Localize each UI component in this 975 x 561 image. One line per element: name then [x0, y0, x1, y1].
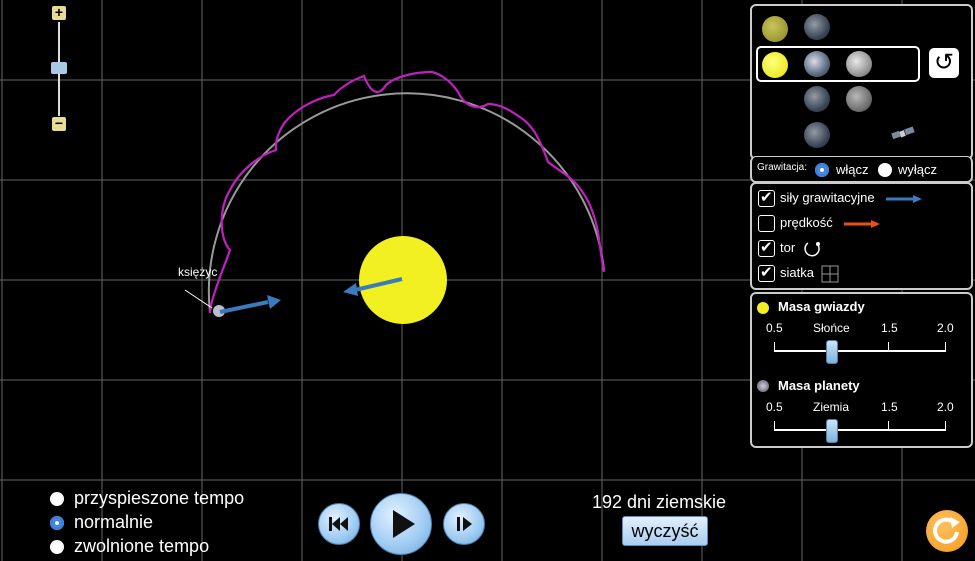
- moon-icon[interactable]: [846, 86, 872, 112]
- gravity-on-label[interactable]: włącz: [836, 162, 869, 177]
- gravity-off-label[interactable]: wyłącz: [898, 162, 937, 177]
- satellite-icon[interactable]: [890, 124, 916, 144]
- velocity-checkbox[interactable]: [758, 215, 775, 232]
- grid-icon: [821, 265, 839, 283]
- step-icon: [457, 517, 472, 531]
- zoom-out-button[interactable]: −: [52, 116, 66, 131]
- planet-mass-tick-label: 0.5: [766, 400, 783, 414]
- zoom-in-button[interactable]: +: [52, 5, 66, 20]
- clear-button[interactable]: wyczyść: [622, 516, 708, 546]
- speed-fast-radio[interactable]: [50, 492, 64, 506]
- mass-panel: Masa gwiazdy 0.5 Słońce 1.5 2.0 Masa pla…: [750, 292, 973, 448]
- path-checkbox[interactable]: [758, 238, 775, 257]
- path-label[interactable]: tor: [780, 240, 795, 255]
- star-mass-slider-thumb[interactable]: [826, 340, 838, 364]
- planet-mass-tick-label: 1.5: [881, 400, 898, 414]
- gravity-on-radio[interactable]: [815, 163, 829, 177]
- gravity-forces-checkbox[interactable]: [758, 188, 775, 207]
- gravity-panel: Grawitacja: włącz wyłącz: [750, 156, 973, 183]
- step-forward-button[interactable]: [443, 503, 485, 545]
- speed-fast-label[interactable]: przyspieszone tempo: [74, 488, 244, 509]
- sun-icon: [757, 302, 769, 314]
- gravity-forces-label[interactable]: siły grawitacyjne: [780, 190, 875, 205]
- rewind-button[interactable]: [318, 503, 360, 545]
- reset-all-button[interactable]: [926, 510, 968, 552]
- grid-label[interactable]: siatka: [780, 265, 814, 280]
- speed-slow-label[interactable]: zwolnione tempo: [74, 536, 209, 557]
- reset-bodies-button[interactable]: ↺: [929, 48, 959, 78]
- speed-normal-radio[interactable]: [50, 516, 64, 530]
- planet-icon[interactable]: [804, 122, 830, 148]
- rewind-icon: [329, 517, 348, 531]
- planet-mass-tick-label: Ziemia: [813, 400, 850, 414]
- speed-slow-radio[interactable]: [50, 540, 64, 554]
- gravity-force-arrow-icon: [886, 195, 922, 203]
- star-mass-tick-label: 2.0: [937, 321, 954, 335]
- planet-icon[interactable]: [804, 14, 830, 40]
- star-mass-tick-label: 1.5: [881, 321, 898, 335]
- planet-icon[interactable]: [804, 86, 830, 112]
- gravity-label: Grawitacja:: [757, 162, 808, 173]
- gravity-off-radio[interactable]: [878, 163, 892, 177]
- sun-body: [359, 236, 447, 324]
- moon-force-arrow: [219, 295, 281, 314]
- reset-icon: [933, 517, 960, 544]
- path-icon: [804, 242, 820, 257]
- sun-icon: [762, 52, 788, 78]
- play-button[interactable]: [370, 493, 432, 555]
- star-mass-tick-label: 0.5: [766, 321, 783, 335]
- options-panel: siły grawitacyjne prędkość tor siatka: [750, 182, 973, 290]
- elapsed-time: 192 dni ziemskie: [592, 492, 727, 512]
- star-mass-track: [774, 350, 946, 352]
- moon-label: księżyc: [178, 265, 218, 279]
- sun-icon[interactable]: [762, 16, 788, 42]
- planet-mass-title: Masa planety: [778, 378, 860, 393]
- grid-checkbox[interactable]: [758, 263, 775, 282]
- play-icon: [393, 510, 415, 538]
- star-mass-title: Masa gwiazdy: [778, 299, 865, 314]
- zoom-slider-thumb[interactable]: [51, 62, 67, 74]
- planet-mass-tick-label: 2.0: [937, 400, 954, 414]
- velocity-arrow-icon: [844, 220, 880, 228]
- velocity-label[interactable]: prędkość: [780, 215, 833, 230]
- planet-mass-track: [774, 429, 946, 431]
- moon-icon: [846, 51, 872, 77]
- bodies-panel: ↺: [750, 4, 973, 160]
- planet-mass-slider-thumb[interactable]: [826, 419, 838, 443]
- star-mass-tick-label: Słońce: [813, 321, 850, 335]
- speed-normal-label[interactable]: normalnie: [74, 512, 153, 533]
- planet-icon: [804, 51, 830, 77]
- planet-icon: [757, 380, 769, 392]
